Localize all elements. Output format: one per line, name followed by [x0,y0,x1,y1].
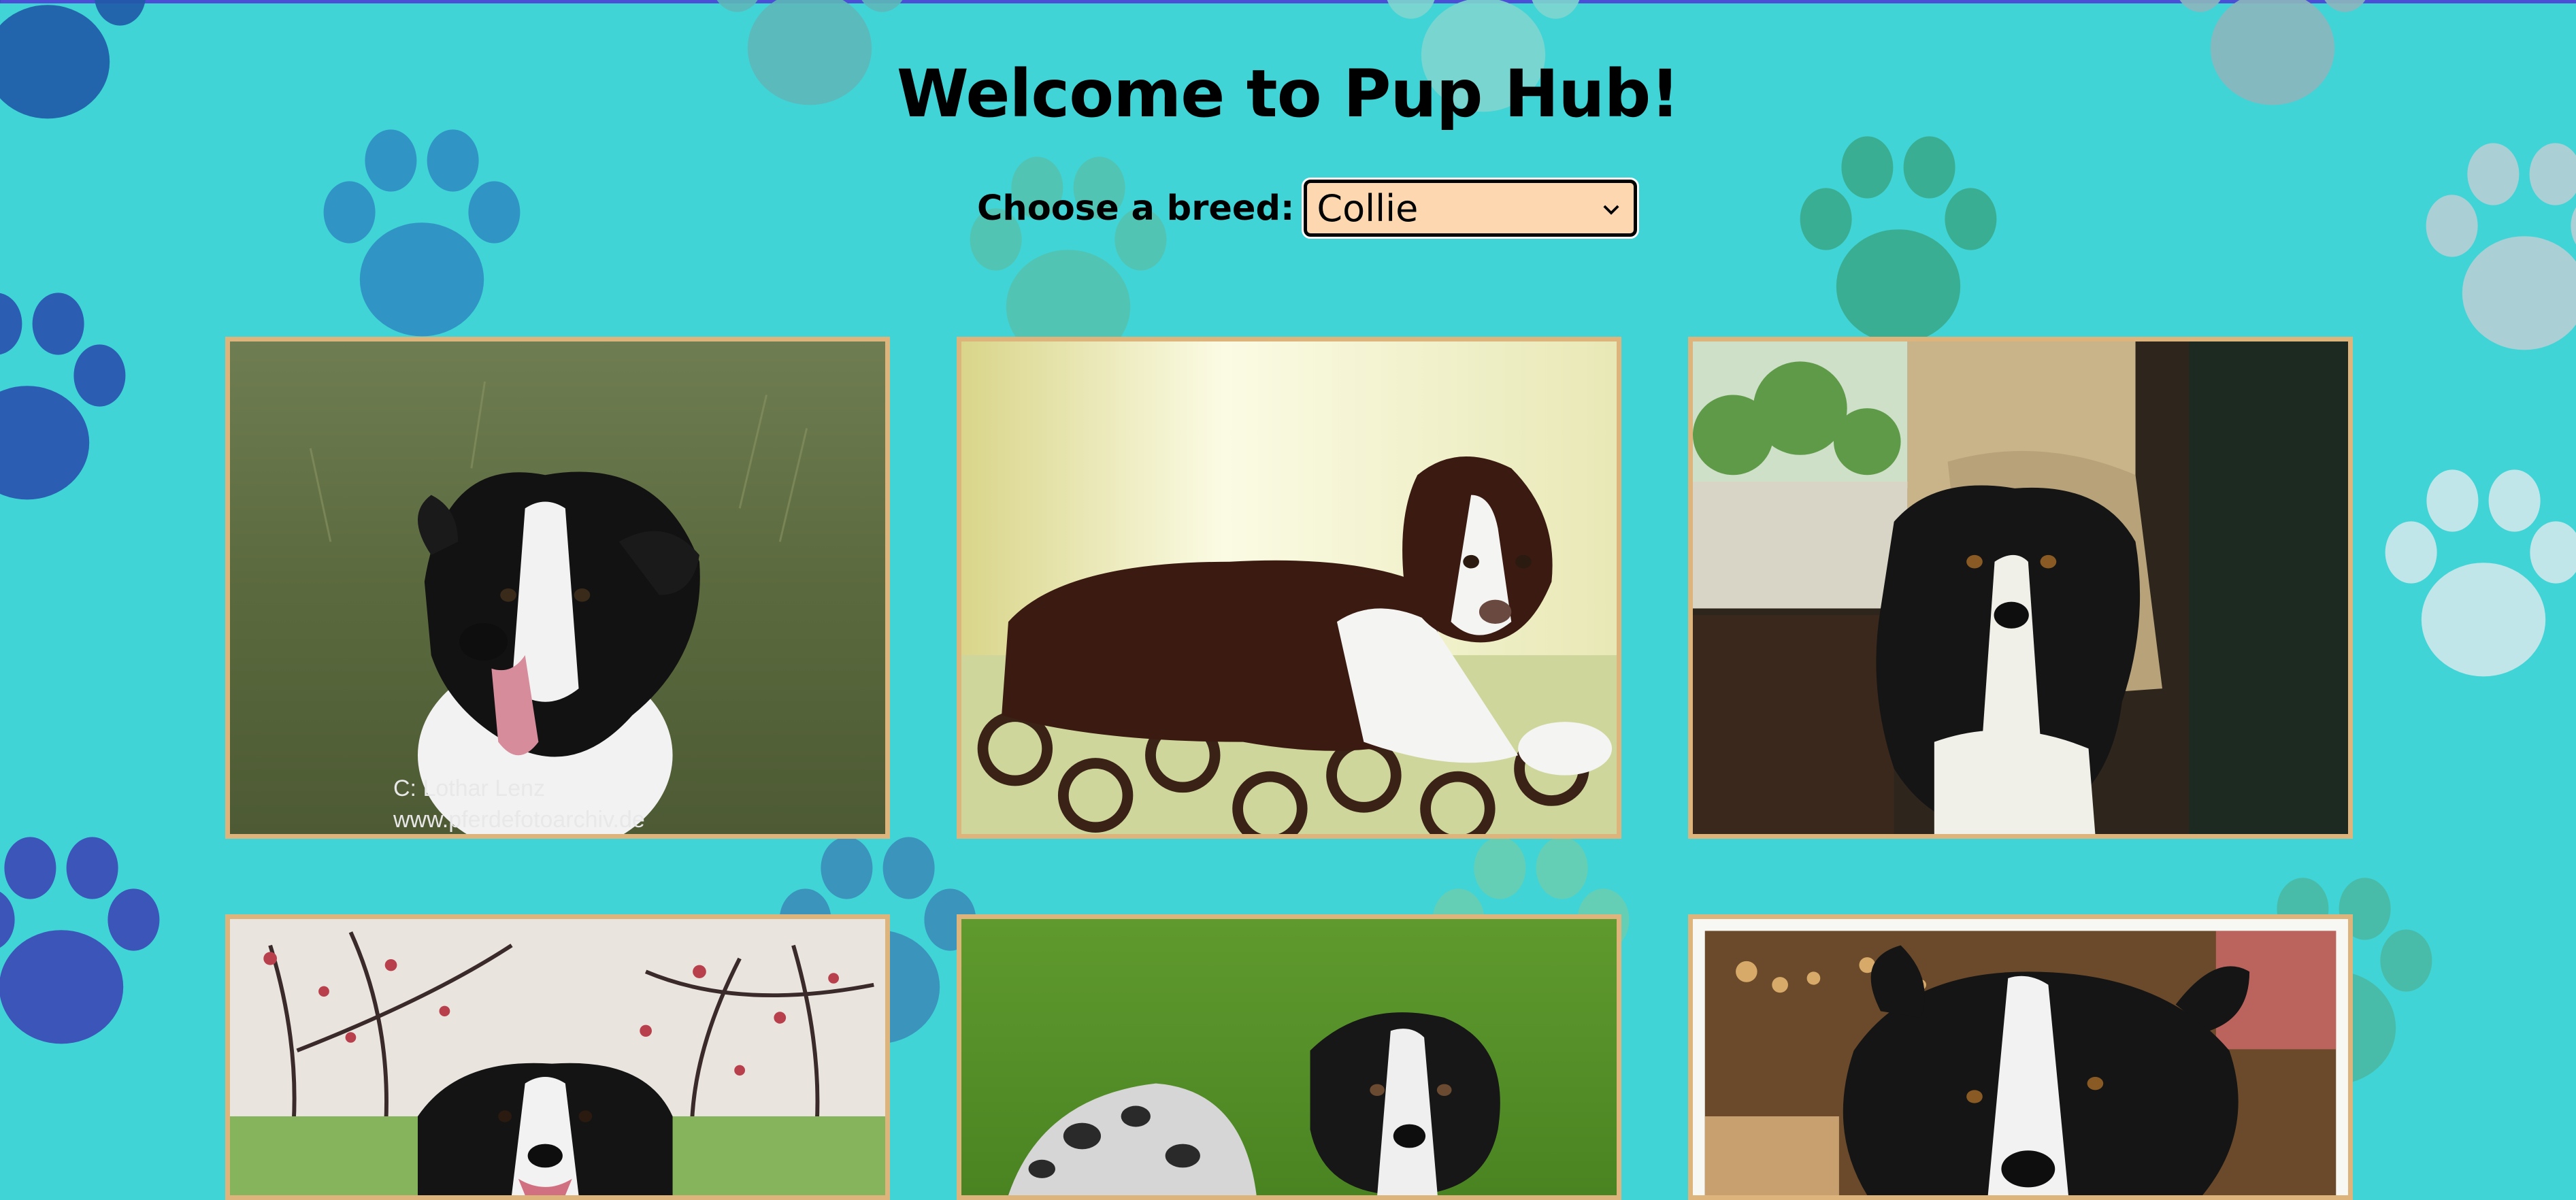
photo-attribution-line-2: www.pferdefotoarchiv.de [393,807,645,833]
top-accent-strip [0,0,2576,3]
collie-photo-1: C: Lothar Lenz www.pferdefotoarchiv.de [225,337,890,839]
breed-selector-label: Choose a breed: [977,188,1295,229]
photo-attribution-line-1: C: Lothar Lenz [393,776,546,801]
paw-print-decoration [0,272,156,531]
chevron-down-icon [1603,205,1619,215]
paw-print-decoration [2395,122,2576,381]
breed-dropdown-value: Collie [1317,186,1419,230]
paw-print-decoration [2354,449,2576,707]
collie-photo-4 [225,914,890,1200]
collie-photo-2 [957,337,1621,839]
paw-print-decoration [1769,116,2028,374]
collie-photo-5 [957,914,1621,1200]
breed-dropdown[interactable]: Collie [1302,178,1640,239]
collie-photo-6 [1688,914,2353,1200]
page-title: Welcome to Pup Hub! [896,56,1680,132]
paw-print-decoration [0,816,191,1075]
collie-photo-3 [1688,337,2353,839]
breed-selector-row: Choose a breed: Collie [977,176,1640,241]
paw-print-decoration [293,109,551,367]
